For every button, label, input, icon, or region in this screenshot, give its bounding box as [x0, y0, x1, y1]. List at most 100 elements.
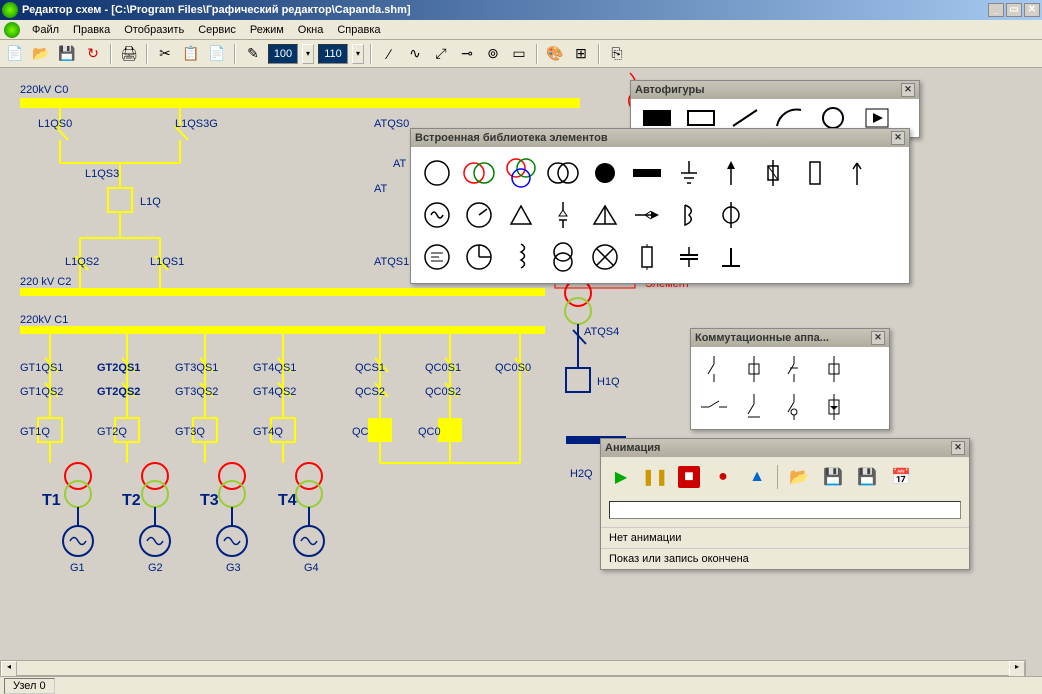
elem-arrow-up[interactable] [711, 153, 751, 193]
elem-blank1[interactable] [753, 195, 793, 235]
pencil-icon[interactable]: ✎ [242, 43, 264, 65]
coord-y-input[interactable] [318, 44, 348, 64]
switch-tool[interactable]: ⤢ [430, 43, 452, 65]
elem-reactor[interactable] [459, 237, 499, 277]
scroll-right[interactable]: ▸ [1009, 661, 1025, 677]
label-h2q: H2Q [570, 468, 593, 480]
library-title[interactable]: Встроенная библиотека элементов ✕ [411, 129, 909, 147]
elem-e[interactable] [417, 237, 457, 277]
scroll-left[interactable]: ◂ [1, 661, 17, 677]
elem-delta[interactable] [501, 195, 541, 235]
close-button[interactable]: ✕ [1024, 3, 1040, 17]
elem-arrow-r[interactable] [627, 195, 667, 235]
copy-button[interactable]: 📋 [180, 43, 202, 65]
anim-saveall[interactable]: 💾 [853, 463, 881, 491]
sw-h[interactable] [695, 389, 733, 425]
library-close[interactable]: ✕ [891, 131, 905, 145]
grid-tool[interactable]: ⊞ [570, 43, 592, 65]
anim-eject[interactable]: ▲ [743, 463, 771, 491]
elem-circle[interactable] [417, 153, 457, 193]
switchgear-close[interactable]: ✕ [871, 331, 885, 345]
elem-blank2[interactable] [795, 195, 835, 235]
elem-bar[interactable] [627, 153, 667, 193]
print-button[interactable]: 🖨 [118, 43, 140, 65]
anim-input[interactable] [609, 501, 961, 519]
elem-fuse[interactable] [753, 153, 793, 193]
animation-close[interactable]: ✕ [951, 441, 965, 455]
elem-coil[interactable] [501, 237, 541, 277]
sw-auto[interactable] [775, 389, 813, 425]
elem-source[interactable] [417, 195, 457, 235]
maximize-button[interactable]: ▭ [1006, 3, 1022, 17]
label-atqs1: ATQS1 [374, 256, 409, 268]
elem-blank3[interactable] [837, 195, 877, 235]
anim-open[interactable]: 📂 [785, 463, 813, 491]
menu-mode[interactable]: Режим [244, 22, 290, 38]
sw-breaker[interactable] [735, 351, 773, 387]
elem-delta2[interactable] [585, 195, 625, 235]
elem-cap[interactable] [669, 237, 709, 277]
open-button[interactable]: 📂 [30, 43, 52, 65]
elem-ct[interactable] [711, 195, 751, 235]
autoshapes-title[interactable]: Автофигуры ✕ [631, 81, 919, 99]
elem-rect2[interactable] [627, 237, 667, 277]
save-button[interactable]: 💾 [56, 43, 78, 65]
new-button[interactable]: 📄 [4, 43, 26, 65]
minimize-button[interactable]: _ [988, 3, 1004, 17]
label-at: AT [393, 158, 406, 170]
anim-save[interactable]: 💾 [819, 463, 847, 491]
label-l1qs3g: L1QS3G [175, 118, 218, 130]
elem-arrow-up2[interactable] [837, 153, 877, 193]
sw-earth[interactable] [735, 389, 773, 425]
zigzag-tool[interactable]: ∿ [404, 43, 426, 65]
coord-x-dropdown[interactable]: ▾ [302, 44, 314, 64]
exit-tool[interactable]: ⎘ [606, 43, 628, 65]
menu-service[interactable]: Сервис [192, 22, 242, 38]
elem-meter[interactable] [459, 195, 499, 235]
elem-cb[interactable] [585, 237, 625, 277]
transformer-tool[interactable]: ⊚ [482, 43, 504, 65]
elem-arrester[interactable] [543, 195, 583, 235]
palette-tool[interactable]: 🎨 [544, 43, 566, 65]
shapes-tool[interactable]: ▭ [508, 43, 530, 65]
elem-auto[interactable] [543, 237, 583, 277]
elem-ground[interactable] [669, 153, 709, 193]
elem-b[interactable] [669, 195, 709, 235]
autoshapes-close[interactable]: ✕ [901, 83, 915, 97]
anim-record[interactable]: ● [709, 463, 737, 491]
anim-pause[interactable]: ❚❚ [641, 463, 669, 491]
elem-rect-v[interactable] [795, 153, 835, 193]
coord-x-input[interactable] [268, 44, 298, 64]
elem-perp[interactable] [711, 237, 751, 277]
elem-2circ-bb[interactable] [543, 153, 583, 193]
scrollbar-horizontal[interactable]: ◂ ▸ [0, 660, 1026, 676]
sw-disconnect[interactable] [695, 351, 733, 387]
line-tool[interactable]: ∕ [378, 43, 400, 65]
refresh-button[interactable]: ↻ [82, 43, 104, 65]
switchgear-title[interactable]: Коммутационные аппа... ✕ [691, 329, 889, 347]
menu-file[interactable]: Файл [26, 22, 65, 38]
anim-stop[interactable]: ■ [675, 463, 703, 491]
paste-button[interactable]: 📄 [206, 43, 228, 65]
sw-fuse2[interactable] [815, 389, 853, 425]
cut-button[interactable]: ✂ [154, 43, 176, 65]
coord-y-dropdown[interactable]: ▾ [352, 44, 364, 64]
animation-title[interactable]: Анимация ✕ [601, 439, 969, 457]
label-bus3: 220kV C1 [20, 314, 68, 326]
menu-display[interactable]: Отобразить [118, 22, 190, 38]
elem-2circ-rg[interactable] [459, 153, 499, 193]
menu-help[interactable]: Справка [331, 22, 386, 38]
menu-edit[interactable]: Правка [67, 22, 116, 38]
sw-load[interactable] [775, 351, 813, 387]
breaker-tool[interactable]: ⊸ [456, 43, 478, 65]
generators [63, 507, 324, 556]
menu-windows[interactable]: Окна [292, 22, 330, 38]
label-g1: G1 [70, 562, 85, 574]
anim-play[interactable]: ▶ [607, 463, 635, 491]
anim-calendar[interactable]: 📅 [887, 463, 915, 491]
label-l1q: L1Q [140, 196, 161, 208]
canvas[interactable]: 220kV C0 220 kV C2 220kV C1 L1QS0 L1QS3G… [0, 68, 1042, 676]
elem-disc[interactable] [585, 153, 625, 193]
sw-motor[interactable] [815, 351, 853, 387]
elem-3circ[interactable] [501, 153, 541, 193]
